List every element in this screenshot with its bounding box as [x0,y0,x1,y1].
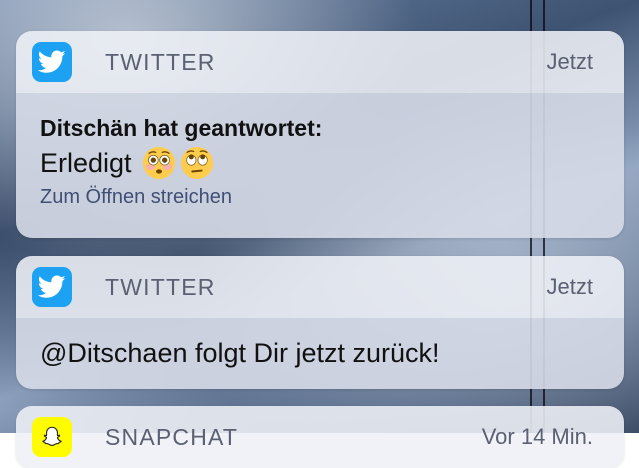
twitter-bird-icon [32,267,72,307]
notification-message: @Ditschaen folgt Dir jetzt zurück! [40,338,440,368]
snapchat-ghost-icon [32,417,72,457]
notification-header: TWITTER Jetzt [16,256,624,318]
twitter-bird-icon [32,42,72,82]
notification-body: Ditschän hat geantwortet: Erledigt Zum Ö… [16,93,624,238]
notification-message-row: Erledigt [40,146,600,180]
notification-header: SNAPCHAT Vor 14 Min. [16,406,624,468]
app-name: TWITTER [105,273,216,300]
notification-header: TWITTER Jetzt [16,31,624,93]
notification-message: Erledigt [40,147,132,178]
flushed-face-emoji [142,146,175,180]
app-name: SNAPCHAT [105,423,239,450]
notification-title: Ditschän hat geantwortet: [40,115,323,141]
notification-hint: Zum Öffnen streichen [40,186,232,208]
face-with-rolling-eyes-emoji [180,146,213,180]
notification-card-snapchat[interactable]: SNAPCHAT Vor 14 Min. [16,406,624,468]
notification-time: Vor 14 Min. [481,424,593,449]
notification-card-twitter-follow[interactable]: TWITTER Jetzt @Ditschaen folgt Dir jetzt… [16,256,624,389]
notification-body: @Ditschaen folgt Dir jetzt zurück! [16,318,624,389]
notification-time: Jetzt [546,49,593,74]
notification-time: Jetzt [546,274,593,299]
notification-card-twitter-reply[interactable]: TWITTER Jetzt Ditschän hat geantwortet: … [16,31,624,238]
app-name: TWITTER [105,48,216,75]
